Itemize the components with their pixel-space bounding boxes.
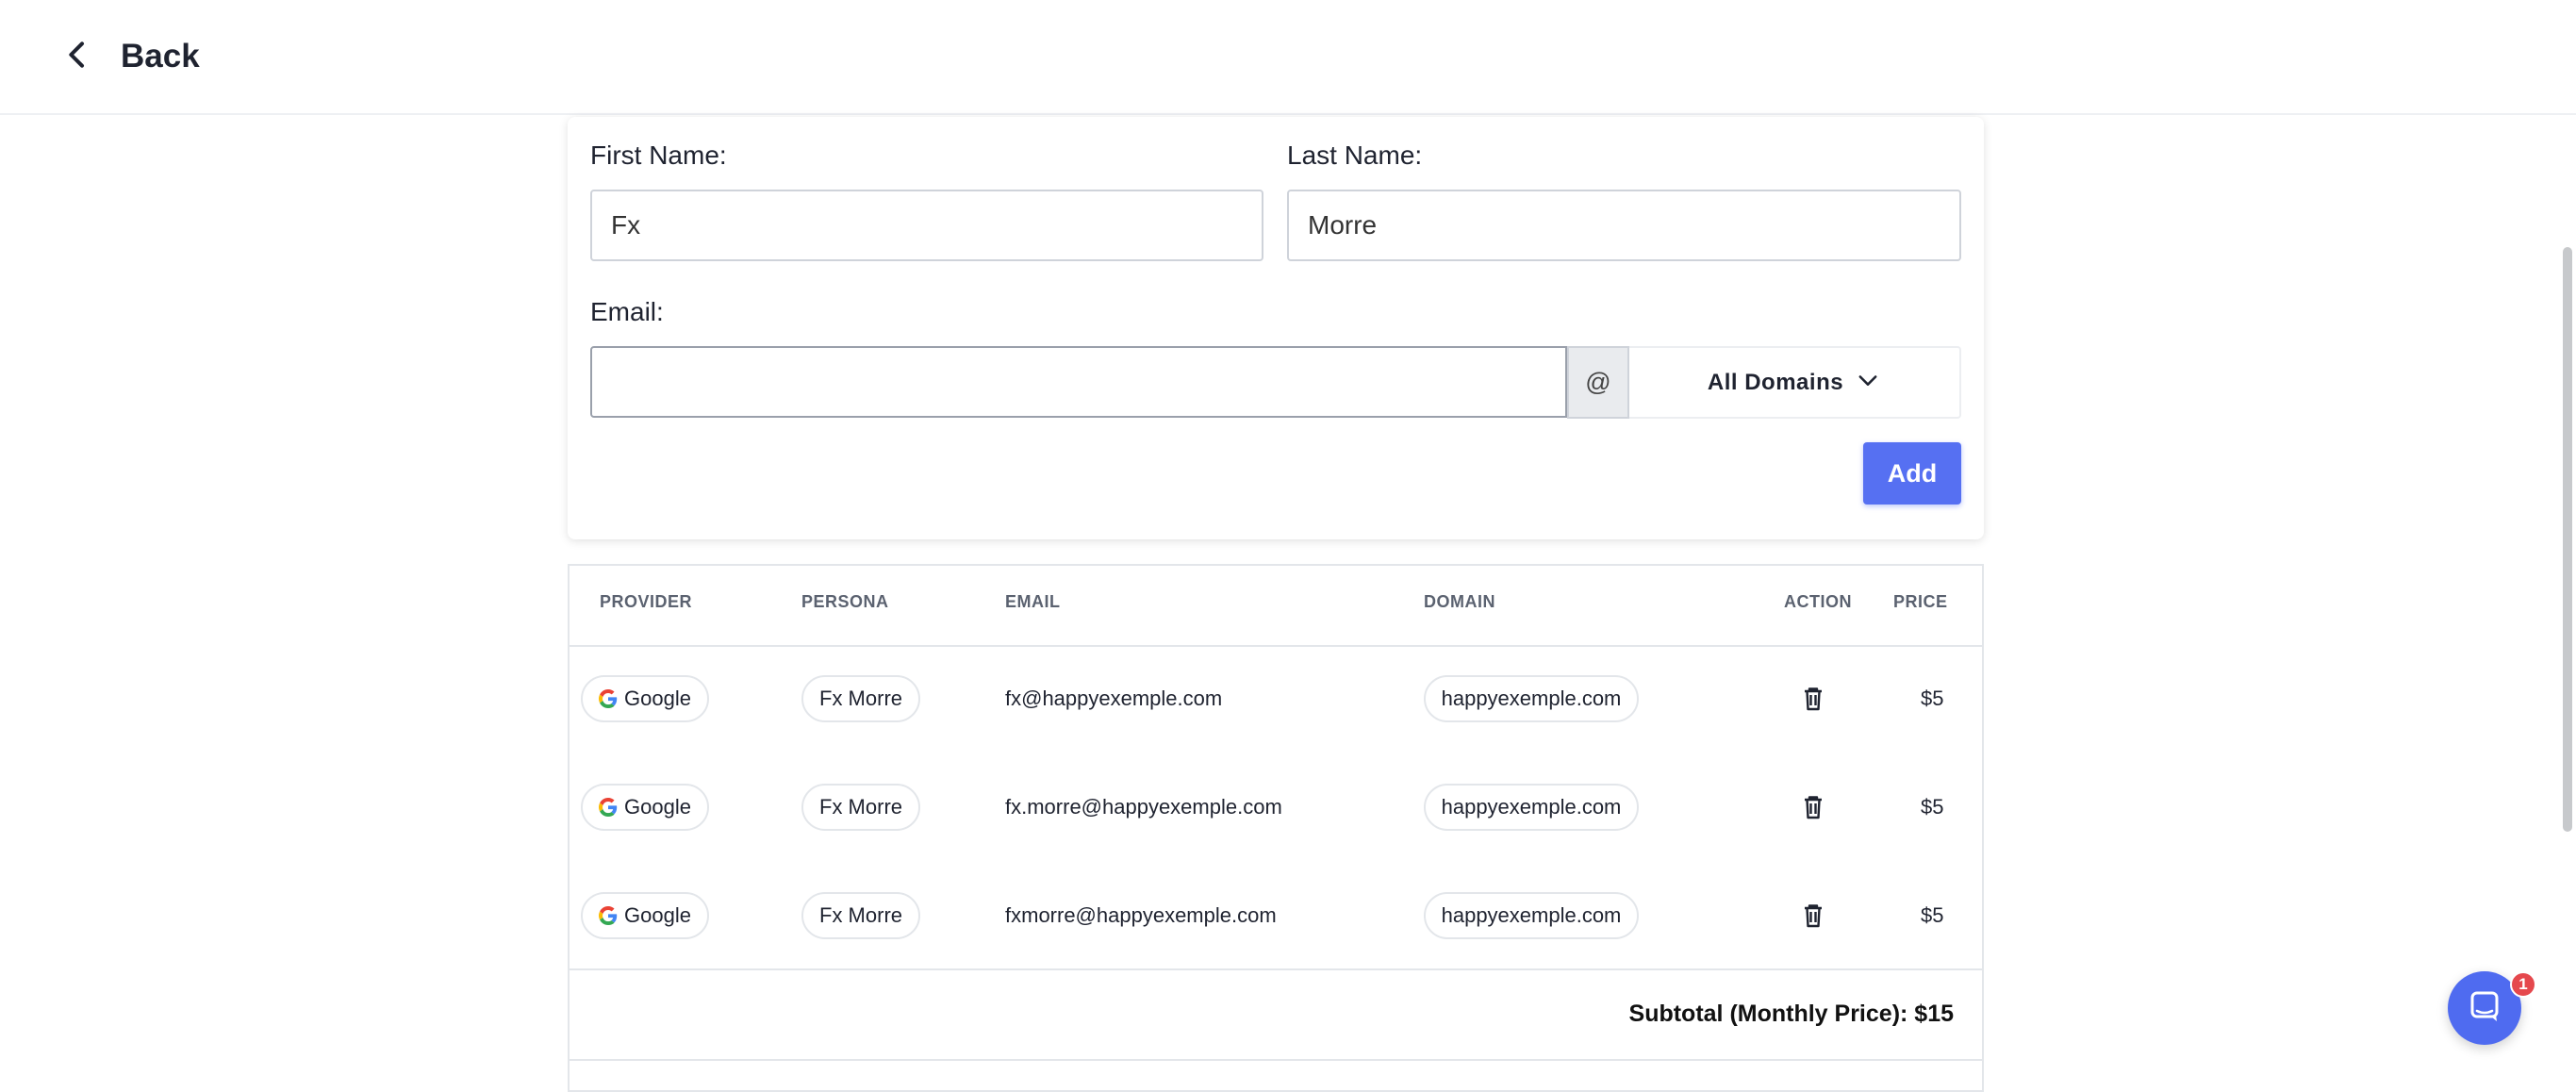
notification-badge: 1 [2510, 971, 2536, 998]
column-header-provider: PROVIDER [600, 592, 693, 611]
email-cell: fx@happyexemple.com [1005, 687, 1223, 710]
add-email-form: First Name: Last Name: Email: @ All Doma… [568, 117, 1984, 539]
column-header-domain: DOMAIN [1424, 592, 1495, 611]
provider-badge: Google [581, 892, 709, 939]
price-cell: $5 [1921, 687, 1944, 710]
provider-label: Google [624, 687, 691, 710]
domain-select[interactable]: All Domains [1629, 346, 1961, 419]
column-header-action: ACTION [1784, 592, 1852, 611]
scroll-thumb[interactable] [2563, 247, 2572, 832]
email-cell: fxmorre@happyexemple.com [1005, 903, 1277, 927]
email-cell: fx.morre@happyexemple.com [1005, 795, 1282, 819]
persona-badge: Fx Morre [801, 892, 920, 939]
domain-label: happyexemple.com [1441, 795, 1622, 819]
column-header-persona: PERSONA [801, 592, 889, 611]
domain-badge: happyexemple.com [1424, 892, 1639, 939]
trash-icon[interactable] [1802, 687, 1825, 711]
domain-label: happyexemple.com [1441, 903, 1622, 927]
add-button[interactable]: Add [1863, 442, 1961, 505]
google-icon [599, 906, 618, 925]
subtotal-bar: Subtotal (Monthly Price): $15 [570, 968, 1982, 1061]
domain-label: happyexemple.com [1441, 687, 1622, 710]
last-name-label: Last Name: [1287, 141, 1423, 170]
persona-badge: Fx Morre [801, 675, 920, 722]
email-label: Email: [590, 297, 664, 326]
price-cell: $5 [1921, 903, 1944, 927]
persona-badge: Fx Morre [801, 784, 920, 831]
chat-icon [2466, 987, 2503, 1030]
provider-label: Google [624, 903, 691, 927]
last-name-input[interactable] [1287, 190, 1961, 261]
emails-table: PROVIDER PERSONA EMAIL DOMAIN ACTION PRI… [568, 564, 1984, 1092]
table-row: Google Fx Morre fx.morre@happyexemple.co… [570, 753, 1982, 862]
table-row: Google Fx Morre fxmorre@happyexemple.com… [570, 862, 1982, 970]
top-header: Back [0, 0, 2576, 115]
domain-select-label: All Domains [1707, 369, 1844, 395]
persona-label: Fx Morre [819, 903, 902, 927]
chevron-left-icon [58, 36, 96, 78]
domain-badge: happyexemple.com [1424, 784, 1639, 831]
provider-label: Google [624, 795, 691, 819]
page-scrollbar[interactable] [2557, 115, 2576, 1075]
google-icon [599, 798, 618, 817]
provider-badge: Google [581, 675, 709, 722]
email-input[interactable] [590, 346, 1567, 418]
provider-badge: Google [581, 784, 709, 831]
back-label: Back [121, 38, 200, 74]
table-row: Google Fx Morre fx@happyexemple.com happ… [570, 645, 1982, 753]
price-cell: $5 [1921, 795, 1944, 819]
persona-label: Fx Morre [819, 687, 902, 710]
google-icon [599, 689, 618, 708]
domain-badge: happyexemple.com [1424, 675, 1639, 722]
column-header-price: PRICE [1893, 592, 1948, 611]
trash-icon[interactable] [1802, 903, 1825, 928]
at-symbol-addon: @ [1567, 346, 1629, 419]
back-button[interactable]: Back [58, 28, 200, 85]
trash-icon[interactable] [1802, 795, 1825, 819]
first-name-input[interactable] [590, 190, 1263, 261]
first-name-label: First Name: [590, 141, 727, 170]
subtotal-text: Subtotal (Monthly Price): $15 [1628, 1001, 1954, 1027]
column-header-email: EMAIL [1005, 592, 1061, 611]
persona-label: Fx Morre [819, 795, 902, 819]
table-header: PROVIDER PERSONA EMAIL DOMAIN ACTION PRI… [570, 566, 1982, 647]
chevron-down-icon [1843, 367, 1881, 398]
